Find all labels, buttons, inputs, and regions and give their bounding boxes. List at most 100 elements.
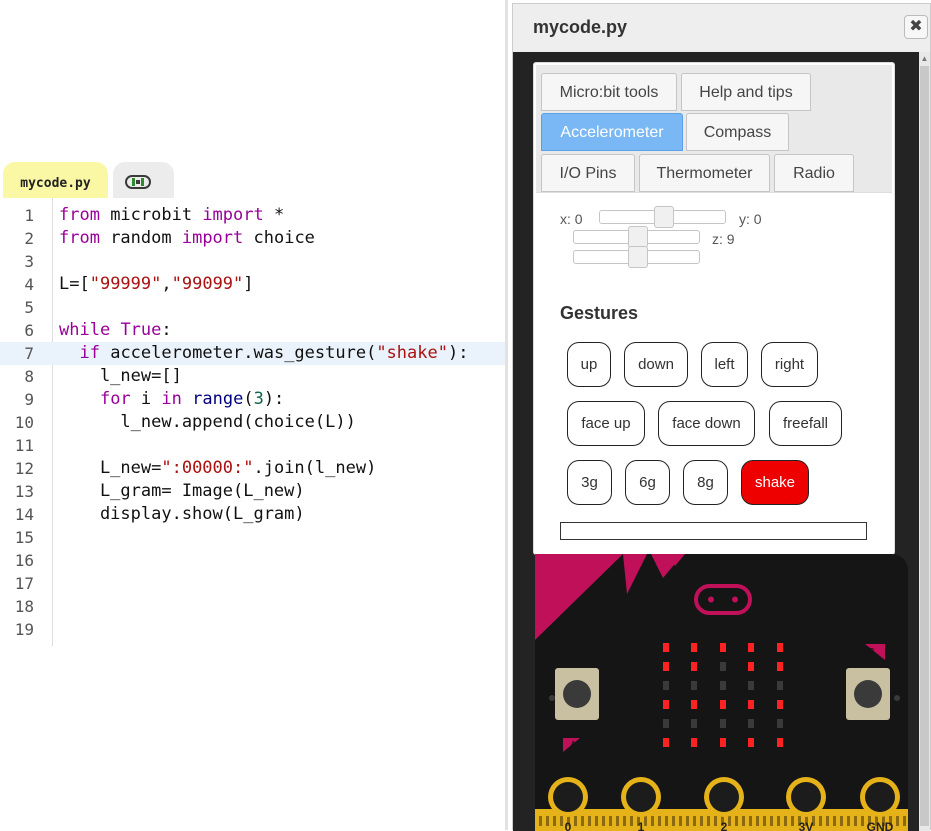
- code-token: :: [161, 320, 172, 340]
- gesture-face-down-button[interactable]: face down: [658, 401, 755, 446]
- code-line[interactable]: 4 L=["99999","99099"]: [0, 273, 505, 296]
- panel-divider[interactable]: [505, 0, 508, 830]
- edge-strip: [693, 816, 696, 826]
- code-line[interactable]: 5: [0, 296, 505, 319]
- tab-thermometer[interactable]: Thermometer: [639, 154, 770, 192]
- code-line[interactable]: 10 l_new.append(choice(L)): [0, 411, 505, 434]
- line-number: 5: [24, 298, 34, 317]
- code-line[interactable]: 8 l_new=[]: [0, 365, 505, 388]
- edge-strip: [623, 816, 626, 826]
- tab-mycode-py[interactable]: mycode.py: [3, 162, 108, 198]
- code-token: l_new.append(choice(L)): [59, 412, 356, 432]
- code-text: l_new=[]: [59, 365, 182, 388]
- line-number: 19: [14, 620, 34, 639]
- line-number: 11: [14, 436, 34, 455]
- tab-simulator-toggle[interactable]: [113, 162, 174, 198]
- pin-label: 0: [565, 820, 572, 831]
- gesture-status-bar: [560, 522, 867, 540]
- code-text: L=["99999","99099"]: [59, 273, 254, 296]
- pin-label: 2: [721, 820, 728, 831]
- code-line[interactable]: 9 for i in range(3):: [0, 388, 505, 411]
- microbit-icon: [125, 175, 151, 189]
- y-value-label: y: 0: [739, 211, 762, 227]
- line-number: 1: [24, 206, 34, 225]
- gesture-6g-button[interactable]: 6g: [625, 460, 670, 505]
- gesture-3g-button[interactable]: 3g: [567, 460, 612, 505]
- led: [691, 700, 697, 709]
- gesture-down-button[interactable]: down: [624, 342, 688, 387]
- gesture-face-up-button[interactable]: face up: [567, 401, 645, 446]
- y-slider-handle[interactable]: [628, 226, 648, 248]
- gesture-right-button[interactable]: right: [761, 342, 818, 387]
- code-line[interactable]: 17: [0, 572, 505, 595]
- edge-strip: [609, 816, 612, 826]
- code-line[interactable]: 3: [0, 250, 505, 273]
- button-a-label: A: [570, 740, 577, 751]
- led: [777, 643, 783, 652]
- edge-strip: [854, 816, 857, 826]
- z-slider-handle[interactable]: [628, 246, 648, 268]
- code-token: in: [161, 389, 182, 409]
- code-line[interactable]: 2 from random import choice: [0, 227, 505, 250]
- button-b-marker: [894, 695, 900, 701]
- scroll-up-arrow-icon[interactable]: ▲: [920, 54, 929, 63]
- panel-scrollbar-thumb[interactable]: [920, 66, 929, 826]
- led: [777, 662, 783, 671]
- gesture-shake-button[interactable]: shake: [741, 460, 809, 505]
- code-line[interactable]: 19: [0, 618, 505, 641]
- led: [663, 643, 669, 652]
- x-slider[interactable]: [599, 206, 726, 228]
- code-text: L_gram= Image(L_new): [59, 480, 305, 503]
- tab-io-pins[interactable]: I/O Pins: [541, 154, 635, 192]
- code-line[interactable]: 16: [0, 549, 505, 572]
- edge-strip: [560, 816, 563, 826]
- code-line[interactable]: 18: [0, 595, 505, 618]
- code-text: while True:: [59, 319, 172, 342]
- button-b-label: B: [868, 647, 875, 658]
- code-token: 3: [253, 389, 264, 409]
- code-line[interactable]: 7 if accelerometer.was_gesture("shake"):: [0, 342, 505, 365]
- edge-strip: [630, 816, 633, 826]
- line-number: 3: [24, 252, 34, 271]
- pin-label: GND: [867, 820, 894, 831]
- y-slider[interactable]: [573, 226, 700, 248]
- code-line[interactable]: 6 while True:: [0, 319, 505, 342]
- code-editor[interactable]: 1 from microbit import * 2 from random impo…: [0, 198, 505, 646]
- code-line[interactable]: 11: [0, 434, 505, 457]
- pin-hole: [791, 782, 821, 812]
- button-a[interactable]: [555, 668, 599, 720]
- edge-strip: [777, 816, 780, 826]
- gesture-8g-button[interactable]: 8g: [683, 460, 728, 505]
- pin-label: 1: [638, 820, 645, 831]
- tab-radio[interactable]: Radio: [774, 154, 854, 192]
- code-token: ":00000:": [161, 458, 254, 478]
- close-button[interactable]: ✖: [904, 15, 928, 39]
- code-line[interactable]: 1 from microbit import *: [0, 204, 505, 227]
- code-text: from random import choice: [59, 227, 315, 250]
- code-line[interactable]: 12 L_new=":00000:".join(l_new): [0, 457, 505, 480]
- gesture-left-button[interactable]: left: [701, 342, 748, 387]
- led: [663, 662, 669, 671]
- x-slider-handle[interactable]: [654, 206, 674, 228]
- tab-accelerometer[interactable]: Accelerometer: [541, 113, 683, 151]
- panel-scrollbar[interactable]: ▲: [919, 52, 930, 831]
- gesture-freefall-button[interactable]: freefall: [769, 401, 842, 446]
- line-number: 4: [24, 275, 34, 294]
- tab-help-and-tips[interactable]: Help and tips: [681, 73, 811, 111]
- led: [748, 719, 754, 728]
- simulator-panel: mycode.py ✖ Micro:bit tools Help and tip…: [512, 3, 931, 831]
- gesture-up-button[interactable]: up: [567, 342, 611, 387]
- led: [720, 662, 726, 671]
- line-number: 9: [24, 390, 34, 409]
- code-line[interactable]: 15: [0, 526, 505, 549]
- tab-compass[interactable]: Compass: [686, 113, 789, 151]
- code-line[interactable]: 13 L_gram= Image(L_new): [0, 480, 505, 503]
- button-b[interactable]: [846, 668, 890, 720]
- code-token: for: [99, 389, 131, 409]
- tab-microbit-tools[interactable]: Micro:bit tools: [541, 73, 677, 111]
- edge-strip: [546, 816, 549, 826]
- z-slider[interactable]: [573, 246, 700, 268]
- code-line[interactable]: 14 display.show(L_gram): [0, 503, 505, 526]
